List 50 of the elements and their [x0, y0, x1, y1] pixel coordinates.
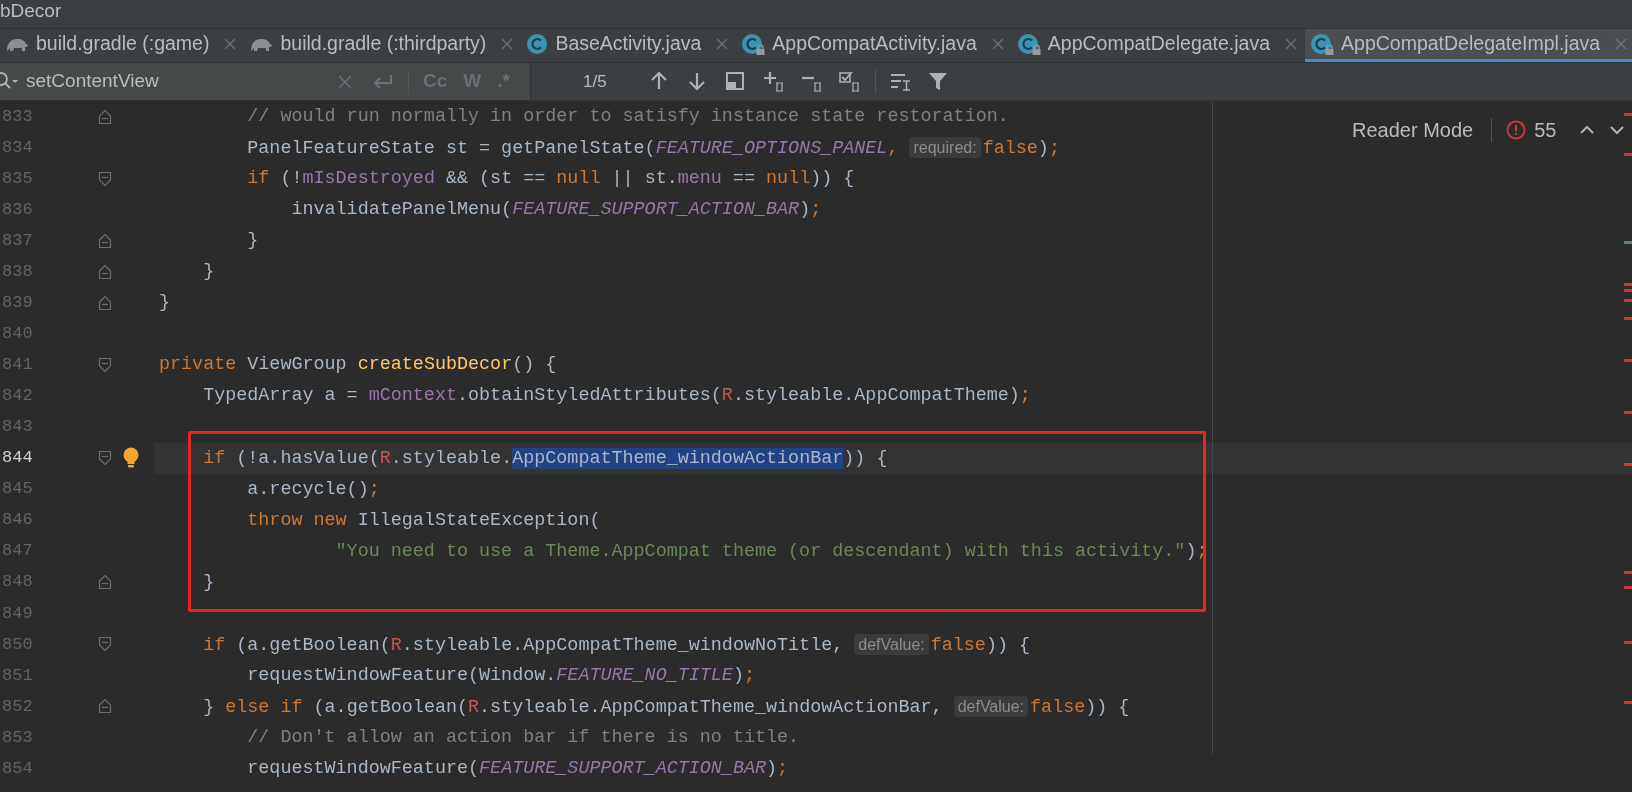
line-number: 838	[1, 261, 34, 283]
match-count: 1/5	[583, 70, 607, 93]
code-line: private ViewGroup createSubDecor() {	[158, 353, 557, 378]
line-number: 843	[1, 416, 34, 439]
line-number: 839	[1, 292, 34, 315]
line-number: 835	[1, 167, 34, 190]
error-count: 55	[1534, 118, 1557, 143]
code-line: invalidatePanelMenu(FEATURE_SUPPORT_ACTION_BAR);	[290, 198, 822, 223]
line-number: 841	[1, 354, 34, 377]
editor-tab[interactable]: AppCompatDelegate.java	[1011, 29, 1306, 62]
code-line: requestWindowFeature(FEATURE_SUPPORT_ACTION_BAR);	[246, 757, 789, 781]
line-number: 840	[1, 323, 34, 346]
code-line: a.recycle();	[246, 477, 380, 502]
code-line: requestWindowFeature(Window.FEATURE_NO_TITLE);	[246, 663, 755, 688]
line-number: 842	[1, 385, 34, 408]
editor-tab[interactable]: BaseActivity.java	[521, 29, 737, 62]
editor-tab[interactable]: AppCompatDelegateImpl.java	[1305, 29, 1632, 62]
editor-tab[interactable]: build.gradle (:thirdparty)	[244, 29, 522, 62]
code-line: // Don't allow an action bar if there is no title.	[246, 725, 800, 750]
line-number: 845	[1, 478, 34, 501]
editor-tab[interactable]: AppCompatActivity.java	[736, 29, 1012, 62]
line-number: 847	[1, 540, 34, 563]
code-line: if (a.getBoolean(R.styleable.AppCompatTheme_windowNoTitle, defValue: false)) {	[202, 632, 1031, 658]
code-line: }	[202, 570, 215, 595]
line-number: 851	[1, 664, 34, 687]
code-line: "You need to use a Theme.AppCompat theme (or descendant) with this activity.");	[334, 539, 1208, 564]
line-number: 850	[1, 633, 34, 656]
line-number: 846	[1, 509, 34, 532]
code-line: throw new IllegalStateException(	[246, 508, 601, 533]
line-number: 837	[1, 229, 34, 252]
code-line: }	[202, 260, 215, 285]
line-number: 834	[1, 136, 34, 159]
code-line: }	[158, 291, 171, 316]
line-number: 853	[1, 726, 34, 749]
code-line: // would run normally in order to satisfy instance state restoration.	[246, 105, 1009, 129]
code-line: if (!mIsDestroyed && (st == null || st.menu == null)) {	[246, 167, 855, 192]
editor-tab[interactable]: build.gradle (:game)	[0, 29, 245, 62]
line-number: 854	[1, 757, 34, 780]
line-number: 836	[1, 198, 34, 221]
code-line: }	[246, 229, 259, 254]
reader-mode-link[interactable]: Reader Mode	[1348, 115, 1478, 145]
line-number: 833	[1, 105, 34, 128]
line-number: 844	[1, 447, 34, 470]
line-number: 849	[1, 602, 34, 625]
code-line: PanelFeatureState st = getPanelState(FEATURE_OPTIONS_PANEL, required: false);	[246, 136, 1060, 162]
line-number: 852	[1, 695, 34, 718]
code-line: TypedArray a = mContext.obtainStyledAttributes(R.styleable.AppCompatTheme);	[202, 384, 1031, 409]
line-number: 848	[1, 571, 34, 594]
code-line: } else if (a.getBoolean(R.styleable.AppCompatTheme_windowActionBar, defValue: false)) {	[202, 694, 1130, 720]
window-title: bDecor	[0, 1, 62, 21]
